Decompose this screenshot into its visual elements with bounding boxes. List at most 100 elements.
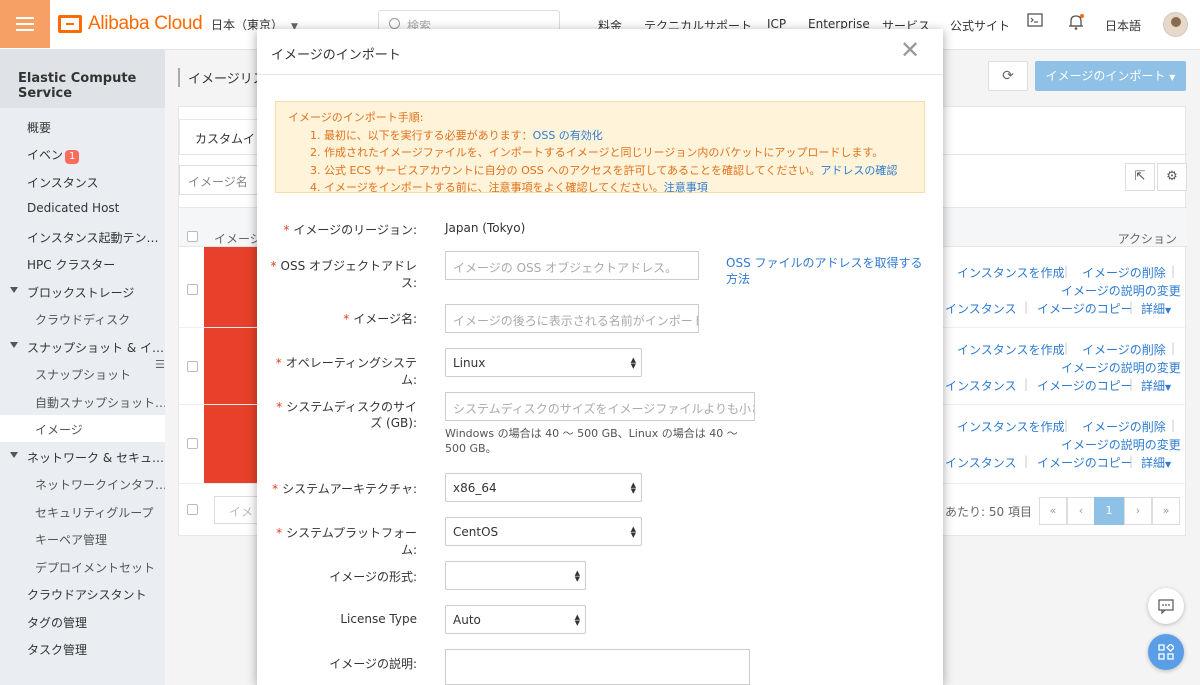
divider: | (1171, 341, 1176, 355)
action-edit-description[interactable]: イメージの説明の変更 (1061, 282, 1181, 299)
footer-checkbox[interactable] (187, 504, 198, 515)
enable-oss-link[interactable]: OSS の有効化 (533, 129, 603, 142)
sidebar-item-security-groups[interactable]: セキュリティグループ (0, 498, 165, 525)
sidebar-item-key-pairs[interactable]: キーペア管理 (0, 525, 165, 552)
region-value: Japan (Tokyo) (445, 221, 526, 235)
notice-step-2: 2. 作成されたイメージファイルを、インポートするイメージと同じリージョン内のバ… (310, 146, 884, 159)
logo-text: Alibaba Cloud (88, 13, 203, 34)
alibaba-cloud-logo[interactable]: Alibaba Cloud (58, 13, 203, 35)
close-icon[interactable]: ✕ (900, 38, 920, 62)
sidebar-item-label: ブロックストレージ (27, 286, 135, 300)
pager-page-1[interactable]: 1 (1094, 497, 1124, 525)
sidebar-item-auto-snapshot[interactable]: 自動スナップショット… (0, 388, 165, 415)
action-create-instance[interactable]: インスタンスを作成 (957, 264, 1065, 281)
language-selector[interactable]: 日本語 (1105, 17, 1141, 34)
gear-icon[interactable]: ⚙ (1157, 163, 1187, 191)
action-more[interactable]: 詳細▼ (1141, 377, 1171, 394)
select-arrows-icon: ▲ ▼ (630, 481, 636, 495)
divider: | (1024, 300, 1029, 314)
notes-link[interactable]: 注意事項 (664, 181, 708, 194)
refresh-button[interactable]: ⟳ (988, 61, 1028, 91)
action-edit-description[interactable]: イメージの説明の変更 (1061, 359, 1181, 376)
select-all-checkbox[interactable] (187, 231, 198, 242)
action-instances[interactable]: インスタンス (945, 454, 1017, 471)
sidebar-item-events[interactable]: イベン 1 (0, 140, 165, 167)
terminal-icon[interactable] (1027, 13, 1047, 33)
sidebar-item-label: HPC クラスター (27, 258, 116, 272)
image-format-select[interactable]: ▲ ▼ (445, 561, 586, 590)
export-icon[interactable]: ⇱ (1125, 163, 1155, 191)
apps-grid-icon[interactable] (1148, 634, 1184, 670)
action-more[interactable]: 詳細▼ (1141, 454, 1171, 471)
sidebar-group-network-security[interactable]: ネットワーク & セキュ… (0, 443, 165, 470)
import-image-button[interactable]: イメージのインポート ▼ (1035, 61, 1186, 91)
label-text: システムプラットフォーム: (286, 526, 417, 557)
feedback-chat-icon[interactable] (1148, 588, 1184, 624)
oss-address-input[interactable]: イメージの OSS オブジェクトアドレス。 (445, 251, 699, 280)
menu-hamburger-icon[interactable] (0, 0, 50, 48)
confirm-address-link[interactable]: アドレスの確認 (820, 164, 897, 177)
action-copy-image[interactable]: イメージのコピー (1037, 300, 1133, 317)
action-delete-image[interactable]: イメージの削除 (1082, 418, 1166, 435)
pager-last[interactable]: » (1152, 497, 1180, 525)
sidebar-item-instances[interactable]: インスタンス (0, 168, 165, 195)
license-type-select[interactable]: Auto ▲ ▼ (445, 605, 586, 634)
sidebar-group-block-storage[interactable]: ブロックストレージ (0, 278, 165, 305)
sidebar-item-network-interfaces[interactable]: ネットワークインタフ… (0, 470, 165, 497)
filter-select[interactable]: イメージ名 (179, 165, 269, 195)
pager-prev[interactable]: ‹ (1067, 497, 1095, 525)
action-delete-image[interactable]: イメージの削除 (1082, 341, 1166, 358)
disk-size-input[interactable]: システムディスクのサイズをイメージファイルよりも小さく (445, 392, 755, 421)
more-label: 詳細 (1141, 456, 1166, 470)
row-checkbox[interactable] (187, 361, 198, 372)
tab-custom-images[interactable]: カスタムイ (179, 119, 269, 155)
platform-select[interactable]: CentOS ▲ ▼ (445, 517, 642, 546)
more-label: 詳細 (1141, 302, 1166, 316)
action-create-instance[interactable]: インスタンスを作成 (957, 418, 1065, 435)
sidebar-item-label: クラウドディスク (35, 313, 131, 327)
sidebar-item-cloud-assistant[interactable]: クラウドアシスタント (0, 580, 165, 607)
sidebar-group-snapshots-images[interactable]: スナップショット & イ… (0, 333, 165, 360)
divider: | (1064, 341, 1069, 355)
sidebar-item-label: キーペア管理 (35, 533, 108, 547)
pager-first[interactable]: « (1039, 497, 1067, 525)
sidebar-item-label: スナップショット & イ… (27, 341, 164, 355)
disk-size-label: * システムディスクのサイズ (GB): (267, 399, 417, 431)
action-copy-image[interactable]: イメージのコピー (1037, 377, 1133, 394)
image-name-input[interactable]: イメージの後ろに表示される名前がインポートさ (445, 304, 699, 333)
sidebar-item-label: ネットワークインタフ… (35, 478, 165, 492)
sidebar-collapse-icon[interactable]: ☰ (155, 358, 169, 380)
oss-address-help-link[interactable]: OSS ファイルのアドレスを取得する方法 (726, 255, 926, 287)
sidebar-item-snapshots[interactable]: スナップショット (0, 360, 165, 387)
sidebar-item-launch-templates[interactable]: インスタンス起動テン… (0, 223, 165, 250)
action-copy-image[interactable]: イメージのコピー (1037, 454, 1133, 471)
sidebar-item-images[interactable]: イメージ (0, 415, 165, 442)
row-checkbox[interactable] (187, 438, 198, 449)
sidebar-item-cloud-disk[interactable]: クラウドディスク (0, 305, 165, 332)
sidebar-item-dedicated-host[interactable]: Dedicated Host (0, 195, 165, 222)
required-marker: * (283, 223, 290, 237)
notification-bell-icon[interactable] (1067, 13, 1087, 33)
sidebar-item-tasks[interactable]: タスク管理 (0, 635, 165, 662)
user-avatar[interactable] (1163, 12, 1188, 37)
sidebar-item-hpc-cluster[interactable]: HPC クラスター (0, 250, 165, 277)
architecture-select[interactable]: x86_64 ▲ ▼ (445, 473, 642, 502)
action-more[interactable]: 詳細▼ (1141, 300, 1171, 317)
description-textarea[interactable] (445, 649, 750, 685)
row-checkbox[interactable] (187, 284, 198, 295)
sidebar-item-deployment-sets[interactable]: デプロイメントセット (0, 553, 165, 580)
action-delete-image[interactable]: イメージの削除 (1082, 264, 1166, 281)
nav-official-site[interactable]: 公式サイト (950, 17, 1010, 34)
os-select[interactable]: Linux ▲ ▼ (445, 348, 642, 377)
pager-next[interactable]: › (1124, 497, 1152, 525)
action-create-instance[interactable]: インスタンスを作成 (957, 341, 1065, 358)
required-marker: * (343, 312, 350, 326)
sidebar-item-label: 概要 (27, 121, 52, 135)
sidebar-item-tags[interactable]: タグの管理 (0, 608, 165, 635)
sidebar-item-overview[interactable]: 概要 (0, 113, 165, 140)
action-instances[interactable]: インスタンス (945, 300, 1017, 317)
sidebar-item-label: 自動スナップショット… (35, 396, 165, 410)
action-instances[interactable]: インスタンス (945, 377, 1017, 394)
divider: | (1171, 418, 1176, 432)
action-edit-description[interactable]: イメージの説明の変更 (1061, 436, 1181, 453)
